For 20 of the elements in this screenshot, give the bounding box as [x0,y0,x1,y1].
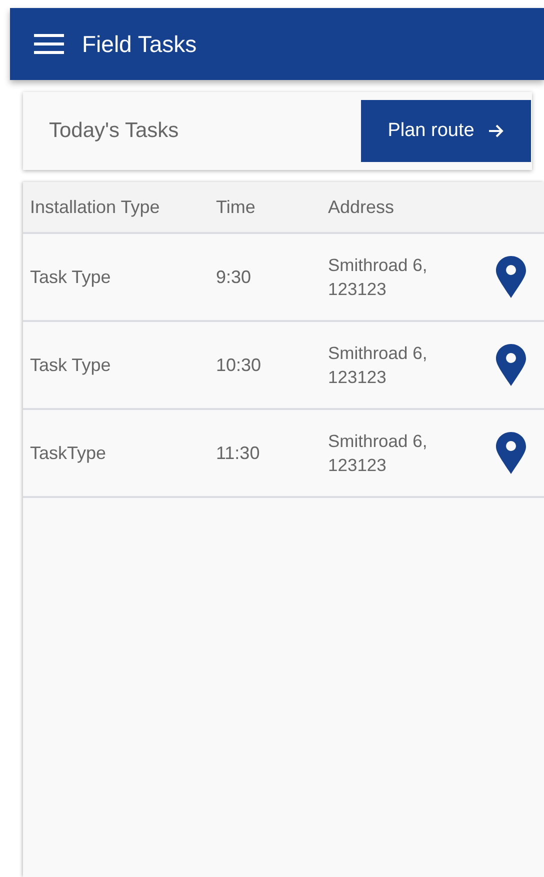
section-title: Today's Tasks [49,119,179,143]
address-cell-text: Smithroad 6, 123123 [328,342,428,389]
map-pin-icon[interactable] [496,344,526,386]
app-title: Field Tasks [82,30,197,58]
address-cell-text: Smithroad 6, 123123 [328,430,428,477]
menu-icon[interactable] [34,34,64,54]
time-cell-text: 9:30 [216,266,252,288]
column-header: Time [216,196,256,218]
task-type-cell-text: Task Type [30,354,112,376]
task-type-cell-text: TaskType [30,442,108,464]
time-cell-text: 10:30 [216,354,262,376]
time-cell-text: 11:30 [216,442,261,464]
address-cell-text: Smithroad 6, 123123 [328,254,428,301]
task-type-cell-text: Task Type [30,266,112,288]
column-header: Installation Type [30,196,161,218]
map-pin-icon[interactable] [496,432,526,474]
arrow-icon [488,123,504,139]
map-pin-icon[interactable] [496,256,526,298]
column-header: Address [328,196,396,218]
plan-route-button[interactable]: Plan route [361,100,531,162]
